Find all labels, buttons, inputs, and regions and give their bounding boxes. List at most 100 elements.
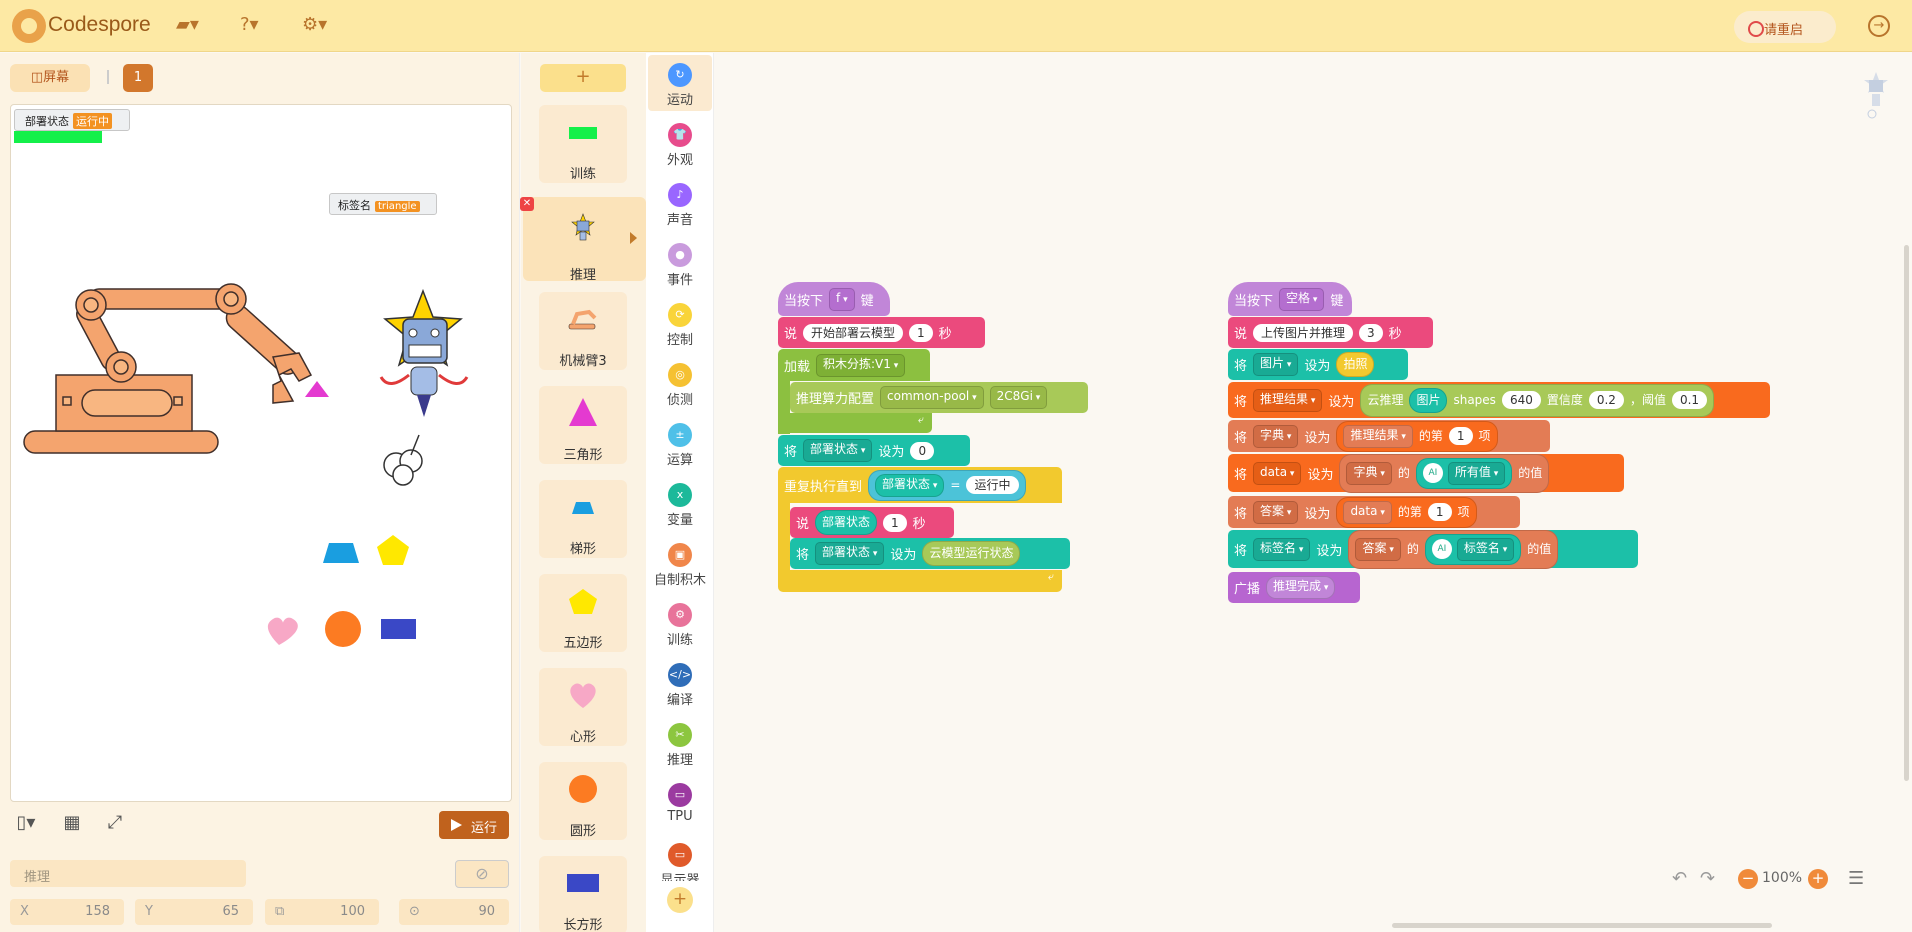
category-3[interactable]: ● 事件	[648, 235, 712, 291]
vertical-scrollbar[interactable]	[1904, 245, 1909, 781]
y-field[interactable]: Y 65	[135, 899, 253, 925]
fullscreen-icon[interactable]: ⤢	[101, 812, 129, 840]
dict-value-reporter[interactable]: 字典的AI所有值的值	[1339, 453, 1550, 493]
category-5[interactable]: ◎ 侦测	[648, 355, 712, 411]
screen-button[interactable]: ◫屏幕	[10, 64, 90, 92]
seconds-input[interactable]: 1	[883, 513, 907, 532]
sprite-item-train[interactable]: 训练	[539, 105, 627, 183]
equals-operator[interactable]: 部署状态=运行中	[868, 469, 1026, 501]
set-image-block[interactable]: 将图片设为拍照	[1228, 349, 1408, 380]
x-field[interactable]: X 158	[10, 899, 124, 925]
set-label-block[interactable]: 将标签名设为答案的AI标签名的值	[1228, 529, 1638, 569]
dict-value-reporter-2[interactable]: 答案的AI标签名的值	[1348, 529, 1559, 569]
key-dropdown[interactable]: 所有值	[1447, 461, 1506, 485]
say-seconds-block-3[interactable]: 说上传图片并推理 3 秒	[1228, 317, 1433, 348]
device-select-icon[interactable]: ▯▾	[12, 812, 40, 840]
variable-dropdown[interactable]: 字典	[1253, 424, 1299, 448]
undo-icon[interactable]: ↶	[1672, 868, 1687, 889]
take-photo-reporter[interactable]: 拍照	[1336, 352, 1375, 377]
dict-key-reporter-2[interactable]: AI 标签名	[1424, 533, 1522, 565]
set-inference-result-block[interactable]: 将推理结果设为云推理图片shapes640置信度0.2，阈值0.1	[1228, 382, 1770, 418]
variable-dropdown[interactable]: 部署状态	[803, 439, 873, 462]
sprite-item-trapezoid[interactable]: 梯形	[539, 480, 627, 558]
size-field[interactable]: ⧉ 100	[265, 899, 379, 925]
threshold-input[interactable]: 0.1	[1671, 391, 1708, 409]
list-item-reporter-2[interactable]: data的第1项	[1336, 496, 1477, 528]
sprite-item-heart[interactable]: 心形	[539, 668, 627, 746]
broadcast-block[interactable]: 广播 推理完成	[1228, 572, 1360, 603]
model-dropdown[interactable]: 积木分拣:V1	[816, 353, 906, 377]
index-input[interactable]: 1	[1427, 503, 1452, 521]
grid-icon[interactable]: ▦	[58, 812, 86, 840]
add-extension-button[interactable]: +	[667, 887, 693, 913]
category-12[interactable]: ▭ TPU	[648, 775, 712, 831]
folder-icon[interactable]: ▰▾	[176, 14, 206, 38]
variable-dropdown[interactable]: 图片	[1253, 353, 1299, 376]
when-key-hat-block[interactable]: 当按下f键	[778, 282, 890, 316]
confidence-input[interactable]: 0.2	[1588, 391, 1624, 409]
variable-reporter[interactable]: 部署状态	[875, 473, 945, 497]
set-data-block[interactable]: 将data设为字典的AI所有值的值	[1228, 453, 1624, 493]
image-variable-reporter[interactable]: 图片	[1409, 387, 1448, 413]
repeat-until-block[interactable]: 重复执行直到部署状态=运行中	[778, 467, 1062, 503]
delete-sprite-icon[interactable]: ✕	[520, 197, 534, 211]
visibility-toggle-icon[interactable]: ⊘	[455, 860, 509, 888]
add-sprite-button[interactable]: +	[540, 64, 626, 92]
category-2[interactable]: ♪ 声音	[648, 175, 712, 231]
shapes-input[interactable]: 640	[1501, 391, 1541, 409]
spec-dropdown[interactable]: 2C8Gi	[989, 386, 1048, 409]
sprite-item-rectangle[interactable]: 长方形	[539, 856, 627, 932]
category-13[interactable]: ▭ 显示器	[648, 835, 712, 891]
category-10[interactable]: </> 编译	[648, 655, 712, 711]
dict-key-reporter[interactable]: AI 所有值	[1415, 457, 1513, 489]
variable-dropdown[interactable]: 答案	[1253, 500, 1299, 524]
category-11[interactable]: ✂ 推理	[648, 715, 712, 771]
say-text-input[interactable]: 开始部署云模型	[803, 323, 904, 342]
key-dropdown[interactable]: 空格	[1279, 287, 1325, 311]
compare-value-input[interactable]: 运行中	[966, 476, 1019, 494]
variable-dropdown[interactable]: data	[1253, 461, 1302, 485]
index-input[interactable]: 1	[1448, 427, 1473, 445]
say-seconds-block[interactable]: 说开始部署云模型 1 秒	[778, 317, 985, 348]
seconds-input[interactable]: 1	[909, 323, 933, 342]
zoom-in-button[interactable]: +	[1808, 869, 1828, 889]
value-input[interactable]: 0	[910, 441, 935, 460]
variable-monitor-label[interactable]: 标签名 triangle	[329, 193, 437, 215]
variable-monitor-status[interactable]: 部署状态 运行中	[14, 109, 130, 131]
load-model-block[interactable]: 加载 积木分拣:V1	[778, 349, 930, 381]
message-dropdown[interactable]: 推理完成	[1266, 576, 1336, 599]
category-9[interactable]: ⚙ 训练	[648, 595, 712, 651]
variable-reporter[interactable]: 部署状态	[815, 510, 878, 535]
variable-dropdown[interactable]: 推理结果	[1253, 388, 1323, 412]
sprite-expand-arrow-icon[interactable]	[630, 232, 637, 244]
category-8[interactable]: ▣ 自制积木	[648, 535, 712, 591]
stage-canvas[interactable]: 部署状态 运行中 标签名 triangle	[10, 104, 512, 802]
category-4[interactable]: ⟳ 控制	[648, 295, 712, 351]
page-number[interactable]: 1	[123, 64, 153, 92]
run-button[interactable]: 运行	[439, 811, 509, 839]
list-item-reporter[interactable]: 推理结果的第1项	[1336, 420, 1498, 452]
dict-dropdown[interactable]: 字典	[1346, 461, 1392, 485]
help-icon[interactable]: ?▾	[240, 14, 270, 38]
restart-button[interactable]: 请重启	[1734, 11, 1836, 43]
category-6[interactable]: ± 运算	[648, 415, 712, 471]
list-dropdown[interactable]: 推理结果	[1343, 424, 1413, 448]
cloud-inference-reporter[interactable]: 云推理 图片 shapes 640 置信度 0.2 ，阈值 0.1	[1360, 383, 1715, 417]
set-variable-block-2[interactable]: 将部署状态设为云模型运行状态	[790, 538, 1070, 569]
say-text-input[interactable]: 上传图片并推理	[1253, 323, 1354, 342]
direction-field[interactable]: ⊙ 90	[399, 899, 509, 925]
sprite-item-circle[interactable]: 圆形	[539, 762, 627, 840]
sprite-item-infer[interactable]: 推理	[539, 200, 627, 283]
key-dropdown[interactable]: f	[829, 287, 855, 311]
settings-gear-icon[interactable]: ⚙▾	[302, 14, 332, 38]
category-7[interactable]: x 变量	[648, 475, 712, 531]
set-variable-block[interactable]: 将部署状态设为0	[778, 435, 970, 466]
seconds-input[interactable]: 3	[1359, 323, 1383, 342]
exit-icon[interactable]: →	[1868, 15, 1890, 37]
category-1[interactable]: 👕 外观	[648, 115, 712, 171]
inference-config-block[interactable]: 推理算力配置common-pool2C8Gi	[790, 382, 1088, 413]
sprite-item-arm[interactable]: 机械臂3	[539, 292, 627, 370]
set-dict-block[interactable]: 将字典设为推理结果的第1项	[1228, 420, 1550, 452]
workspace-menu-icon[interactable]: ☰	[1848, 868, 1864, 889]
pool-dropdown[interactable]: common-pool	[880, 386, 984, 409]
